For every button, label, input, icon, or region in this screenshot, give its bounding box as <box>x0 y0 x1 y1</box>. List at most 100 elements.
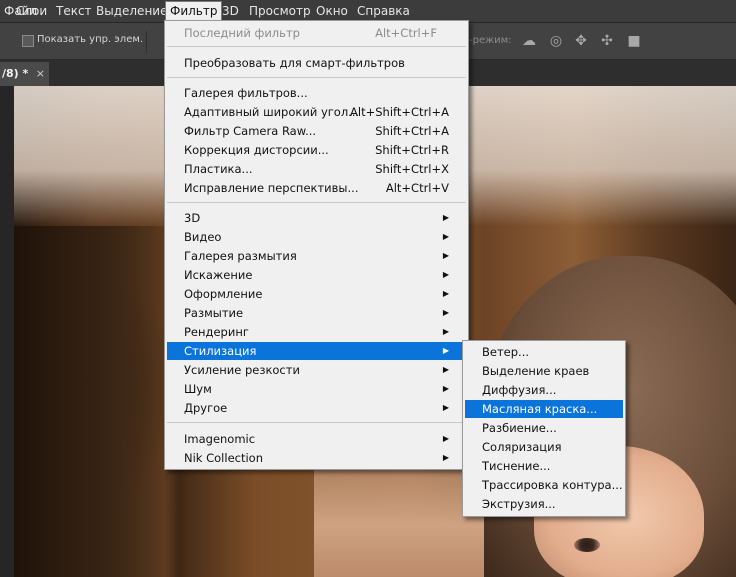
submenu-arrow-icon: ▶ <box>442 384 449 393</box>
menu-item-label: Рендеринг <box>184 325 249 339</box>
menu-item-label: Последний фильтр <box>184 26 300 40</box>
menu-item-lens-correction[interactable]: Коррекция дисторсии... Shift+Ctrl+R <box>167 141 466 159</box>
menu-item-shortcut: Shift+Ctrl+R <box>375 143 449 157</box>
menu-item-label: Трассировка контура... <box>482 478 623 492</box>
submenu-arrow-icon: ▶ <box>442 434 449 443</box>
menu-item-label: Пластика... <box>184 162 253 176</box>
menu-item-shortcut: Alt+Ctrl+V <box>385 181 449 195</box>
menu-item-label: Галерея размытия <box>184 249 297 263</box>
submenu-item-diffuse[interactable]: Диффузия... <box>465 381 623 399</box>
menu-item-label: Nik Collection <box>184 451 263 465</box>
menu-item-label: Соляризация <box>482 440 562 454</box>
menu-item-sharpen[interactable]: Усиление резкости ▶ <box>167 361 466 379</box>
menu-item-adaptive-wide-angle[interactable]: Адаптивный широкий угол... Alt+Shift+Ctr… <box>167 103 466 121</box>
menu-item-convert-smart-filters[interactable]: Преобразовать для смарт-фильтров <box>167 54 466 72</box>
stylize-submenu: Ветер... Выделение краев Диффузия... Мас… <box>462 340 626 517</box>
submenu-item-extrude[interactable]: Экструзия... <box>465 495 623 513</box>
close-icon[interactable]: × <box>36 62 45 86</box>
submenu-arrow-icon: ▶ <box>442 308 449 317</box>
menu-separator <box>167 422 466 423</box>
menu-item-other[interactable]: Другое ▶ <box>167 399 466 417</box>
menu-help[interactable]: Справка <box>353 2 414 20</box>
menu-item-label: Коррекция дисторсии... <box>184 143 329 157</box>
menu-item-label: Преобразовать для смарт-фильтров <box>184 56 405 70</box>
menu-item-label: 3D <box>184 211 201 225</box>
menu-item-label: Галерея фильтров... <box>184 86 308 100</box>
menu-item-filter-gallery[interactable]: Галерея фильтров... <box>167 84 466 102</box>
menu-item-imagenomic[interactable]: Imagenomic ▶ <box>167 430 466 448</box>
menu-item-pixelate[interactable]: Оформление ▶ <box>167 285 466 303</box>
menu-separator <box>167 46 466 47</box>
menu-item-label: Видео <box>184 230 222 244</box>
menu-item-distort[interactable]: Искажение ▶ <box>167 266 466 284</box>
menu-filter[interactable]: Фильтр <box>165 1 223 22</box>
photo-girl-eye <box>574 538 600 552</box>
submenu-arrow-icon: ▶ <box>442 251 449 260</box>
submenu-item-find-edges[interactable]: Выделение краев <box>465 362 623 380</box>
options-separator <box>146 31 147 53</box>
menu-window[interactable]: Окно <box>312 2 352 20</box>
document-tab-title: /8) * <box>2 67 29 80</box>
menu-item-3d[interactable]: 3D ▶ <box>167 209 466 227</box>
menu-item-label: Тиснение... <box>482 459 551 473</box>
menu-item-stylize[interactable]: Стилизация ▶ <box>167 342 466 360</box>
menu-item-label: Выделение краев <box>482 364 590 378</box>
submenu-arrow-icon: ▶ <box>442 346 449 355</box>
menu-item-label: Искажение <box>184 268 253 282</box>
submenu-item-trace-contour[interactable]: Трассировка контура... <box>465 476 623 494</box>
menu-item-shortcut: Shift+Ctrl+X <box>375 162 449 176</box>
show-controls-label: Показать упр. элем. <box>37 34 144 45</box>
menu-item-label: Экструзия... <box>482 497 556 511</box>
submenu-arrow-icon: ▶ <box>442 213 449 222</box>
menu-item-shortcut: Alt+Shift+Ctrl+A <box>350 105 449 119</box>
menu-select[interactable]: Выделение <box>92 2 171 20</box>
menu-3d[interactable]: 3D <box>218 2 243 20</box>
menu-item-label: Фильтр Camera Raw... <box>184 124 317 138</box>
menu-item-label: Исправление перспективы... <box>184 181 359 195</box>
roll-3d-icon[interactable]: ◎ <box>547 32 565 50</box>
submenu-arrow-icon: ▶ <box>442 403 449 412</box>
menu-type[interactable]: Текст <box>52 2 96 20</box>
menu-item-liquify[interactable]: Пластика... Shift+Ctrl+X <box>167 160 466 178</box>
submenu-arrow-icon: ▶ <box>442 365 449 374</box>
pan-3d-icon[interactable]: ✥ <box>572 32 590 50</box>
submenu-arrow-icon: ▶ <box>442 453 449 462</box>
submenu-item-oil-paint[interactable]: Масляная краска... <box>465 400 623 418</box>
menu-item-video[interactable]: Видео ▶ <box>167 228 466 246</box>
menu-item-label: Стилизация <box>184 344 257 358</box>
menu-item-label: Другое <box>184 401 228 415</box>
document-tab[interactable]: /8) * × <box>0 62 49 86</box>
scale-3d-icon[interactable]: ■ <box>625 32 643 50</box>
menu-item-label: Усиление резкости <box>184 363 300 377</box>
menu-separator <box>167 202 466 203</box>
menu-layers[interactable]: Слои <box>12 2 51 20</box>
submenu-item-solarize[interactable]: Соляризация <box>465 438 623 456</box>
submenu-item-tiles[interactable]: Разбиение... <box>465 419 623 437</box>
menu-item-render[interactable]: Рендеринг ▶ <box>167 323 466 341</box>
menu-item-shortcut: Shift+Ctrl+A <box>375 124 449 138</box>
menu-item-shortcut: Alt+Ctrl+F <box>375 26 437 40</box>
menu-view[interactable]: Просмотр <box>245 2 315 20</box>
submenu-item-emboss[interactable]: Тиснение... <box>465 457 623 475</box>
menu-item-nik-collection[interactable]: Nik Collection ▶ <box>167 449 466 467</box>
slide-3d-icon[interactable]: ✣ <box>598 32 616 50</box>
photo-hair-left <box>14 226 184 577</box>
menu-item-blur[interactable]: Размытие ▶ <box>167 304 466 322</box>
submenu-item-wind[interactable]: Ветер... <box>465 343 623 361</box>
menu-item-label: Шум <box>184 382 212 396</box>
submenu-arrow-icon: ▶ <box>442 232 449 241</box>
3d-mode-label: -режим: <box>469 35 512 46</box>
menu-item-label: Разбиение... <box>482 421 557 435</box>
menu-item-label: Imagenomic <box>184 432 256 446</box>
menu-item-label: Размытие <box>184 306 244 320</box>
menu-item-camera-raw[interactable]: Фильтр Camera Raw... Shift+Ctrl+A <box>167 122 466 140</box>
menu-item-blur-gallery[interactable]: Галерея размытия ▶ <box>167 247 466 265</box>
submenu-arrow-icon: ▶ <box>442 270 449 279</box>
menu-item-last-filter: Последний фильтр Alt+Ctrl+F <box>167 24 466 42</box>
orbit-3d-icon[interactable]: ☁ <box>520 32 538 50</box>
submenu-arrow-icon: ▶ <box>442 327 449 336</box>
menu-item-label: Оформление <box>184 287 263 301</box>
menu-item-noise[interactable]: Шум ▶ <box>167 380 466 398</box>
menu-item-vanishing-point[interactable]: Исправление перспективы... Alt+Ctrl+V <box>167 179 466 197</box>
show-controls-checkbox[interactable] <box>22 35 34 47</box>
